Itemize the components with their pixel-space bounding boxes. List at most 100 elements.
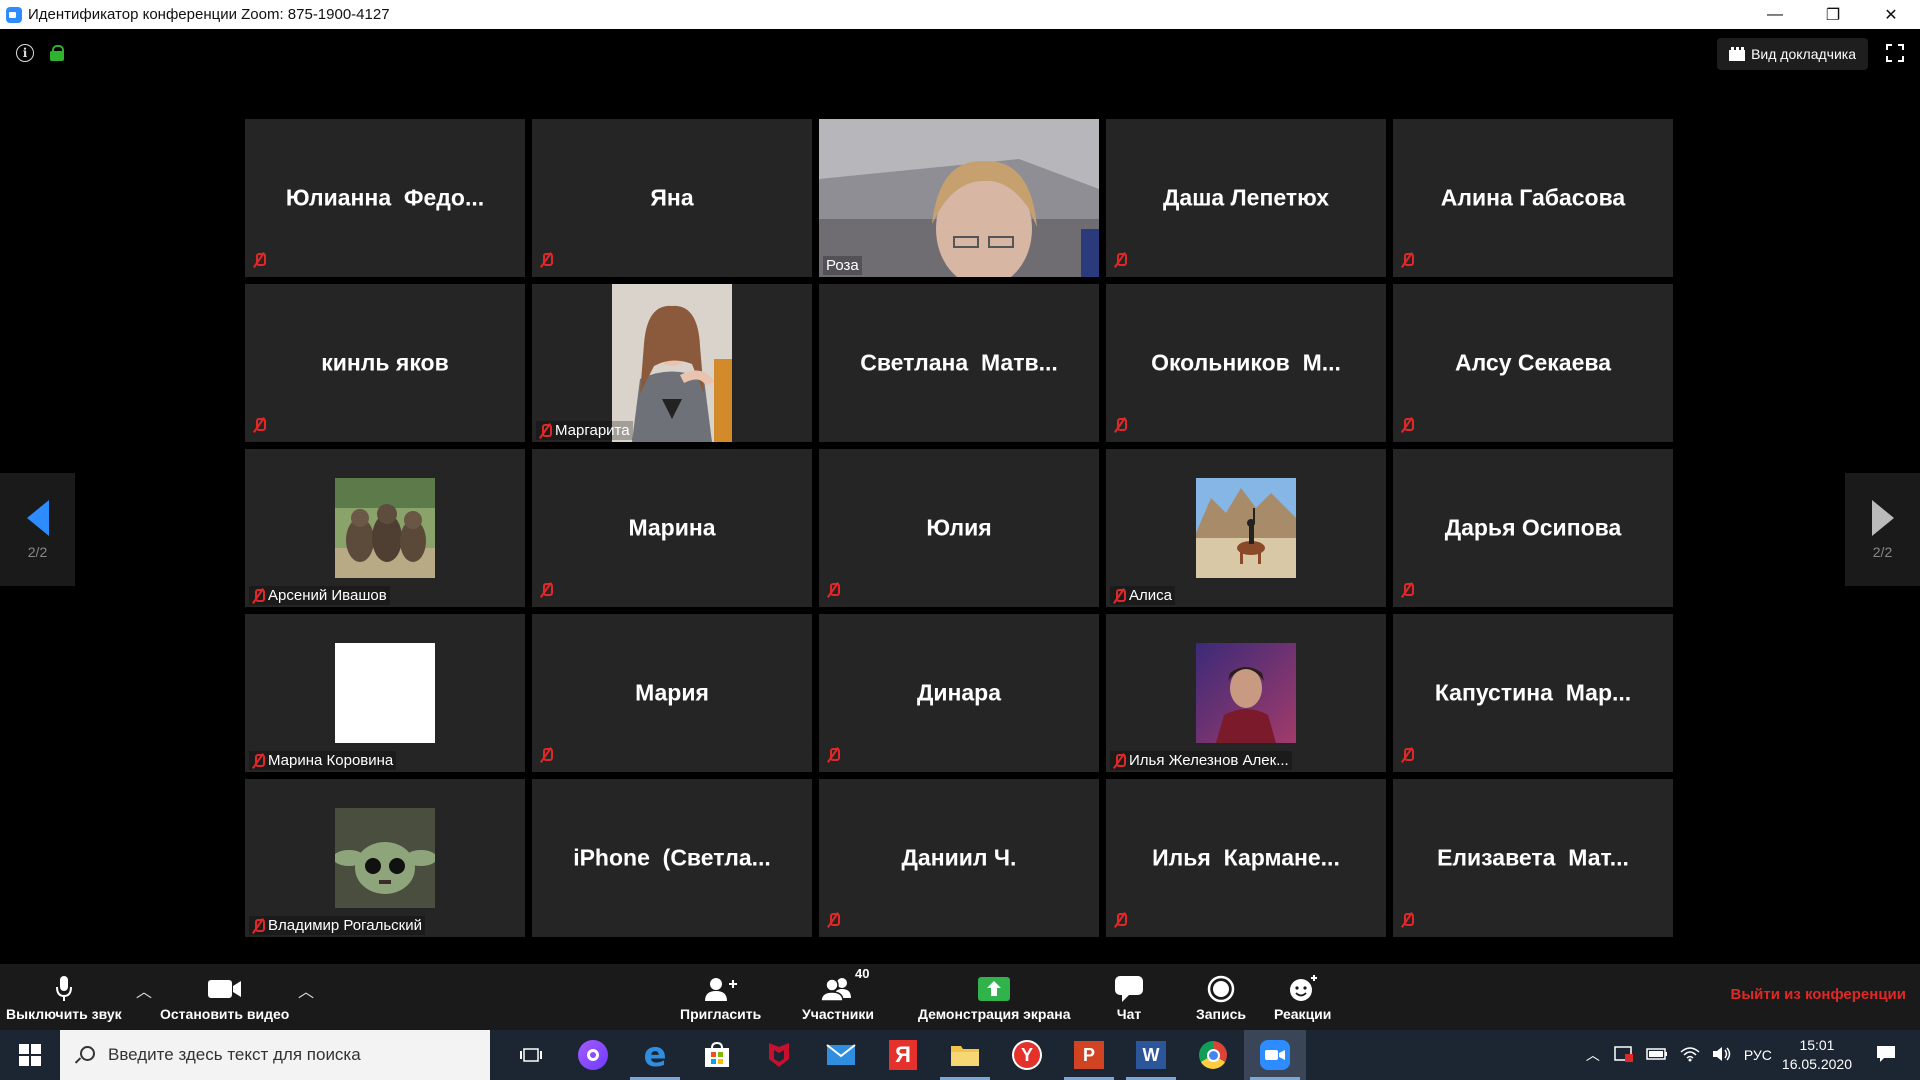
participant-tile[interactable]: Марина Коровина [245,614,525,772]
participant-tile[interactable]: Мария [532,614,812,772]
task-view-icon[interactable] [500,1030,562,1080]
alice-icon[interactable] [562,1030,624,1080]
invite-button[interactable]: Пригласить [680,972,761,1022]
mic-muted-icon [253,252,266,268]
next-page-button[interactable]: 2/2 [1845,473,1920,586]
mic-muted-icon [540,582,553,598]
participant-tile[interactable]: Роза [819,119,1099,277]
participant-name: Даша Лепетюх [1163,184,1329,211]
participant-tile[interactable]: Яна [532,119,812,277]
audio-options-chevron-icon[interactable]: ︿ [136,978,152,1002]
participant-name: Дарья Осипова [1444,514,1622,541]
close-button[interactable]: ✕ [1862,0,1920,29]
share-screen-button[interactable]: Демонстрация экрана [918,972,1071,1022]
participant-tile[interactable]: Марина [532,449,812,607]
participant-name: Марина Коровина [268,752,394,769]
participant-tile[interactable]: Юлианна Федо... [245,119,525,277]
zoom-icon[interactable] [1244,1030,1306,1080]
reactions-button[interactable]: Реакции [1274,972,1331,1022]
participant-name: Алина Габасова [1440,184,1626,211]
participant-tile[interactable]: Окольников М... [1106,284,1386,442]
mute-indicator [827,747,840,768]
mic-muted-icon [1401,582,1414,598]
chrome-icon[interactable] [1182,1030,1244,1080]
windows-start-button[interactable] [0,1030,60,1080]
participant-tile[interactable]: Светлана Матв... [819,284,1099,442]
yandex-icon[interactable]: Я [872,1030,934,1080]
notifications-icon[interactable] [1876,1045,1896,1066]
video-options-chevron-icon[interactable]: ︿ [298,978,314,1002]
powerpoint-icon[interactable]: P [1058,1030,1120,1080]
arrow-right-icon [1871,499,1894,536]
info-icon[interactable]: i [16,44,34,62]
battery-icon[interactable] [1646,1047,1668,1064]
mic-muted-icon [827,912,840,928]
mail-icon[interactable] [810,1030,872,1080]
edge-icon[interactable]: e [624,1030,686,1080]
mcafee-icon[interactable] [748,1030,810,1080]
leave-meeting-button[interactable]: Выйти из конференции [1731,986,1906,1003]
participant-tile[interactable]: Капустина Мар... [1393,614,1673,772]
video-feed [532,284,812,442]
speaker-view-button[interactable]: Вид докладчика [1717,38,1868,70]
mic-muted-icon [1401,912,1414,928]
participant-tile[interactable]: кинль яков [245,284,525,442]
mute-button[interactable]: Выключить звук [6,972,122,1022]
participant-name: Юлианна Федо... [285,184,485,211]
clock-date: 16.05.2020 [1781,1056,1852,1072]
stop-video-button[interactable]: Остановить видео [160,972,289,1022]
mute-indicator [1401,417,1414,438]
search-icon [76,1046,95,1064]
participant-tile[interactable]: Даниил Ч. [819,779,1099,937]
store-icon[interactable] [686,1030,748,1080]
chat-button[interactable]: Чат [1114,972,1144,1022]
input-language[interactable]: РУС [1744,1047,1772,1063]
arrow-left-icon [26,499,49,536]
participant-tile[interactable]: Илья Железнов Алек... [1106,614,1386,772]
participant-tile[interactable]: Динара [819,614,1099,772]
participant-tile[interactable]: iPhone (Светла... [532,779,812,937]
minimize-button[interactable]: — [1746,0,1804,29]
participant-tile[interactable]: Алсу Секаева [1393,284,1673,442]
restore-button[interactable]: ❐ [1804,0,1862,29]
participant-tile[interactable]: Владимир Рогальский [245,779,525,937]
mute-label: Выключить звук [6,1006,122,1022]
reactions-label: Реакции [1274,1006,1332,1022]
mute-indicator [1401,912,1414,933]
participant-tile[interactable]: Алиса [1106,449,1386,607]
wifi-icon[interactable] [1680,1046,1700,1065]
participant-name: Алиса [1129,587,1172,604]
fullscreen-icon[interactable] [1886,44,1904,62]
participant-tile[interactable]: Елизавета Мат... [1393,779,1673,937]
window-title: Идентификатор конференции Zoom: 875-1900… [28,6,390,23]
participants-button[interactable]: 40 Участники [802,966,874,1022]
participant-tile[interactable]: Маргарита [532,284,812,442]
chat-label: Чат [1116,1006,1142,1022]
mic-muted-icon [1114,912,1127,928]
record-button[interactable]: Запись [1196,972,1246,1022]
yandex-browser-icon[interactable]: Y [996,1030,1058,1080]
participant-tile[interactable]: Арсений Ивашов [245,449,525,607]
participant-name: Юлия [926,514,992,541]
security-tray-icon[interactable] [1614,1045,1634,1066]
participant-tile[interactable]: Юлия [819,449,1099,607]
previous-page-button[interactable]: 2/2 [0,473,75,586]
lock-icon[interactable] [50,45,64,61]
participant-tile[interactable]: Алина Габасова [1393,119,1673,277]
mute-indicator [1401,747,1414,768]
participant-tile[interactable]: Даша Лепетюх [1106,119,1386,277]
volume-icon[interactable] [1712,1046,1732,1065]
participant-tile[interactable]: Илья Карманe... [1106,779,1386,937]
taskbar-clock[interactable]: 15:01 16.05.2020 [1782,1036,1852,1074]
taskbar-search-box[interactable]: Введите здесь текст для поиска [60,1030,490,1080]
participant-tile[interactable]: Дарья Осипова [1393,449,1673,607]
mic-muted-icon [1401,252,1414,268]
participant-grid: Юлианна Федо... Яна Роза Даша Лепетюх Алина … [245,119,1676,939]
tray-chevron-up-icon[interactable]: ︿ [1586,1045,1600,1065]
mute-indicator [540,747,553,768]
explorer-icon[interactable] [934,1030,996,1080]
word-icon[interactable]: W [1120,1030,1182,1080]
mute-indicator [1401,582,1414,603]
windows-taskbar: Введите здесь текст для поиска e Я Y P W [0,1030,1920,1080]
participant-name: Окольников М... [1151,349,1341,376]
